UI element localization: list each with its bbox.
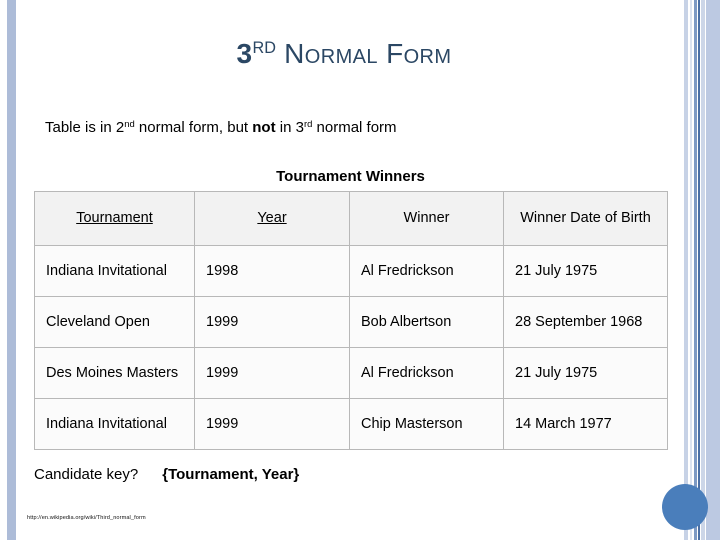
column-header-tournament-label: Tournament [76,210,153,227]
table-caption: Tournament Winners [276,168,425,185]
column-header-dob: Winner Date of Birth [503,191,668,246]
cell-tournament: Cleveland Open [34,296,195,348]
candidate-key-value: {Tournament, Year} [162,466,300,483]
column-header-year: Year [194,191,350,246]
subtitle-part-2: normal form, but [134,119,253,137]
table-header-row: Tournament Year Winner Winner Date of Bi… [34,191,668,246]
column-header-winner-label: Winner [403,210,450,227]
table-body: Indiana Invitational 1998 Al Fredrickson… [34,245,668,450]
candidate-key-row: Candidate key? {Tournament, Year} [34,466,299,483]
subtitle: Table is in 2nd normal form, but not in … [45,119,397,136]
candidate-key-label: Candidate key? [34,466,139,483]
subtitle-part-3: in 3 [275,119,304,137]
tournament-winners-table: Tournament Year Winner Winner Date of Bi… [34,191,668,450]
table-row: Indiana Invitational 1999 Chip Masterson… [34,398,668,450]
cell-year: 1998 [194,245,350,297]
right-decor-stripe-4 [698,0,700,540]
cell-winner: Chip Masterson [349,398,504,450]
source-url[interactable]: http://en.wikipedia.org/wiki/Third_norma… [27,515,146,521]
right-decor-stripe-2 [690,0,692,540]
cell-year: 1999 [194,296,350,348]
cell-tournament: Des Moines Masters [34,347,195,399]
left-decor-bar [7,0,16,540]
table-row: Cleveland Open 1999 Bob Albertson 28 Sep… [34,296,668,348]
title-ordinal-suffix: RD [252,38,276,57]
table-row: Des Moines Masters 1999 Al Fredrickson 2… [34,347,668,399]
subtitle-part-1: Table is in 2 [45,119,125,137]
cell-winner: Bob Albertson [349,296,504,348]
right-decor-stripe-6 [706,0,720,540]
right-decor-stripe-3 [694,0,697,540]
cell-dob: 14 March 1977 [503,398,668,450]
cell-winner: Al Fredrickson [349,347,504,399]
cell-dob: 28 September 1968 [503,296,668,348]
subtitle-emphasis: not [252,119,276,137]
cell-dob: 21 July 1975 [503,347,668,399]
column-header-dob-label: Winner Date of Birth [520,210,651,227]
cell-winner: Al Fredrickson [349,245,504,297]
page-title: 3RD Normal Form [0,38,688,70]
title-number: 3 [236,38,253,69]
column-header-winner: Winner [349,191,504,246]
title-text: Normal Form [284,38,452,69]
column-header-year-label: Year [257,210,287,227]
slide: 3RD Normal Form Table is in 2nd normal f… [0,0,720,540]
corner-circle-decoration [662,484,708,530]
right-decor-stripe-1 [684,0,688,540]
right-decor-stripe-5 [701,0,705,540]
table-header: Tournament Year Winner Winner Date of Bi… [34,191,668,246]
cell-tournament: Indiana Invitational [34,245,195,297]
column-header-tournament: Tournament [34,191,195,246]
cell-year: 1999 [194,347,350,399]
cell-tournament: Indiana Invitational [34,398,195,450]
subtitle-ordinal-1: nd [124,119,135,130]
left-edge-highlight [0,0,3,540]
subtitle-part-4: normal form [312,119,397,137]
cell-year: 1999 [194,398,350,450]
table-row: Indiana Invitational 1998 Al Fredrickson… [34,245,668,297]
cell-dob: 21 July 1975 [503,245,668,297]
